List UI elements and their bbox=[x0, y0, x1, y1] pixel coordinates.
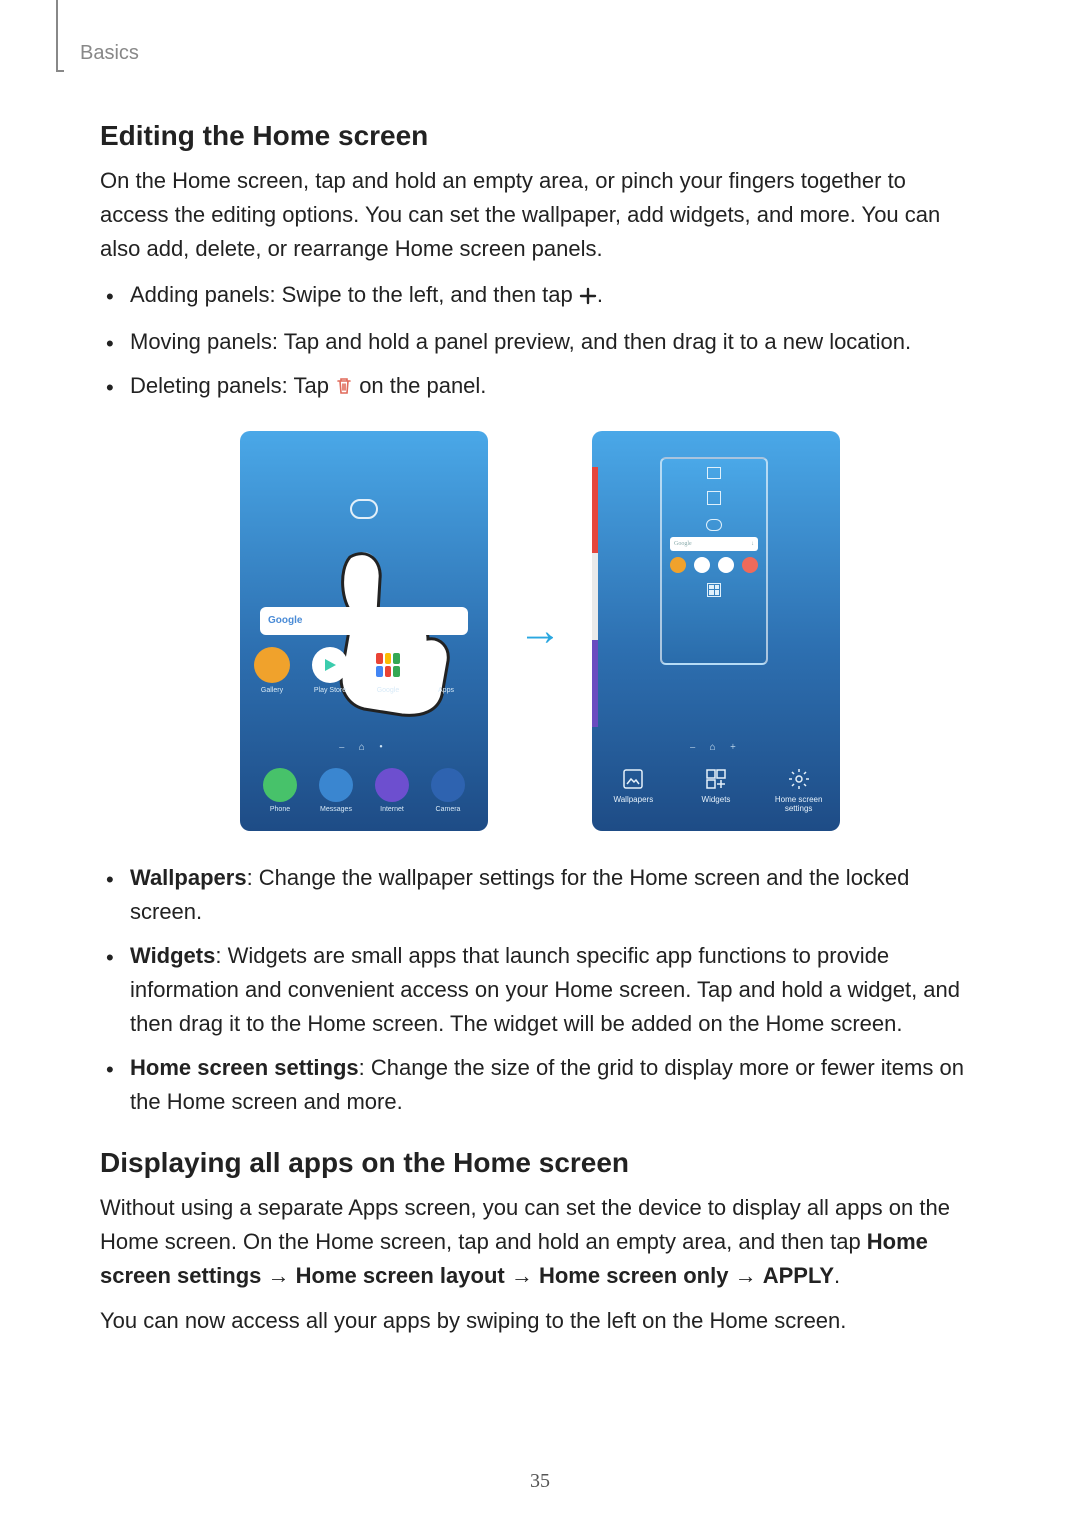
weather-icon bbox=[706, 519, 722, 531]
bullet-tail: . bbox=[597, 282, 603, 307]
bullet-text: Adding panels: Swipe to the left, and th… bbox=[130, 282, 579, 307]
search-placeholder: Google bbox=[268, 615, 302, 626]
dock: Phone Messages Internet Camera bbox=[252, 768, 476, 813]
bullet-adding-panels: Adding panels: Swipe to the left, and th… bbox=[130, 278, 980, 315]
home-panel-preview: Google↓ bbox=[660, 457, 768, 665]
page-indicator: – ⌂ + bbox=[690, 742, 742, 753]
heading-displaying-all-apps: Displaying all apps on the Home screen bbox=[100, 1147, 980, 1179]
gear-icon bbox=[787, 767, 811, 791]
intro-paragraph: On the Home screen, tap and hold an empt… bbox=[100, 164, 980, 266]
app-gallery: Gallery bbox=[252, 647, 292, 694]
calendar-icon bbox=[707, 491, 721, 505]
figure-home-screen-edit: Google Gallery Play Store Google Apps – … bbox=[100, 431, 980, 831]
page-indicator: – ⌂ • bbox=[339, 742, 389, 753]
trash-icon bbox=[335, 372, 353, 406]
panel-edge-strip bbox=[592, 467, 598, 727]
dock-internet: Internet bbox=[372, 768, 412, 813]
edit-options-row: Wallpapers Widgets Home screen settings bbox=[592, 767, 840, 813]
bullet-home-screen-settings: Home screen settings: Change the size of… bbox=[130, 1051, 980, 1119]
image-icon bbox=[621, 767, 645, 791]
apps-grid-icon bbox=[707, 583, 721, 597]
home-icon bbox=[707, 467, 721, 479]
edit-option-descriptions-list: Wallpapers: Change the wallpaper setting… bbox=[100, 861, 980, 1120]
weather-icon bbox=[350, 499, 378, 519]
panel-actions-list: Adding panels: Swipe to the left, and th… bbox=[100, 278, 980, 406]
app-google-folder: Google bbox=[368, 647, 408, 694]
mini-app-icon bbox=[694, 557, 710, 573]
plus-icon bbox=[579, 281, 597, 315]
display-all-apps-note: You can now access all your apps by swip… bbox=[100, 1304, 980, 1338]
bullet-wallpapers: Wallpapers: Change the wallpaper setting… bbox=[130, 861, 980, 929]
mini-app-icon bbox=[670, 557, 686, 573]
app-apps: Apps bbox=[426, 647, 466, 694]
bullet-text: Deleting panels: Tap bbox=[130, 373, 335, 398]
heading-editing-home-screen: Editing the Home screen bbox=[100, 120, 980, 152]
page-number: 35 bbox=[530, 1470, 550, 1493]
figure-phone-before: Google Gallery Play Store Google Apps – … bbox=[240, 431, 488, 831]
dock-camera: Camera bbox=[428, 768, 468, 813]
bullet-widgets: Widgets: Widgets are small apps that lau… bbox=[130, 939, 980, 1041]
mini-app-icon bbox=[718, 557, 734, 573]
bullet-moving-panels: Moving panels: Tap and hold a panel prev… bbox=[130, 325, 980, 359]
app-play-store: Play Store bbox=[310, 647, 350, 694]
app-icon-row: Gallery Play Store Google Apps bbox=[252, 647, 466, 694]
widgets-icon bbox=[704, 767, 728, 791]
bullet-tail: on the panel. bbox=[353, 373, 486, 398]
mini-app-icon bbox=[742, 557, 758, 573]
figure-phone-after: Google↓ – ⌂ + Wallpapers bbox=[592, 431, 840, 831]
breadcrumb: Basics bbox=[80, 42, 139, 65]
header-rule bbox=[56, 0, 64, 72]
dock-messages: Messages bbox=[316, 768, 356, 813]
mini-search-bar: Google↓ bbox=[670, 537, 758, 551]
option-wallpapers: Wallpapers bbox=[605, 767, 661, 813]
display-all-apps-paragraph: Without using a separate Apps screen, yo… bbox=[100, 1191, 980, 1293]
dock-phone: Phone bbox=[260, 768, 300, 813]
option-home-screen-settings: Home screen settings bbox=[771, 767, 827, 813]
arrow-right-icon: → bbox=[518, 605, 562, 656]
search-bar: Google bbox=[260, 607, 468, 635]
bullet-deleting-panels: Deleting panels: Tap on the panel. bbox=[130, 369, 980, 406]
option-widgets: Widgets bbox=[688, 767, 744, 813]
